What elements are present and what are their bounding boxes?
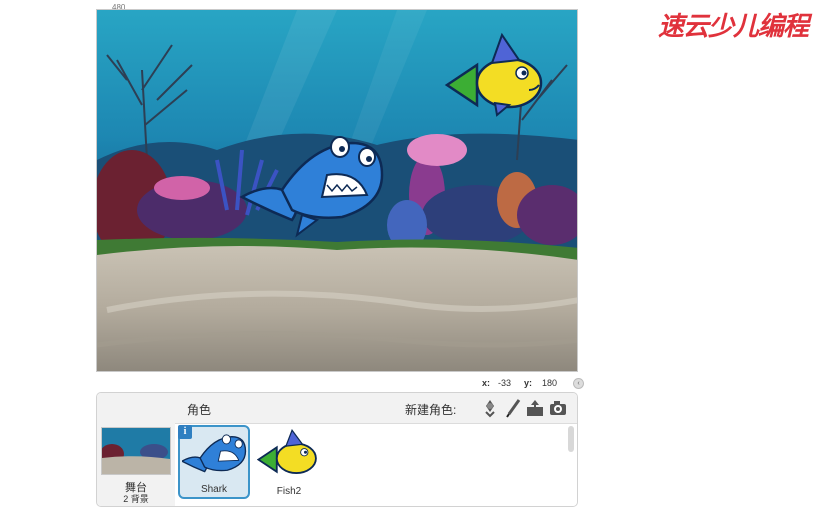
stage-selector[interactable]: 舞台 2 背景 (97, 393, 176, 506)
sprite-name: Fish2 (276, 486, 302, 497)
mouse-coordinates-bar: x: -33 y: 180 ‹ (96, 374, 584, 392)
upload-sprite-icon[interactable] (525, 398, 545, 418)
choose-sprite-from-library-icon[interactable] (480, 398, 500, 418)
underwater-backdrop (97, 10, 577, 371)
stage-canvas[interactable] (96, 9, 578, 372)
brand-logo: 速云少儿编程 (658, 12, 809, 42)
paint-new-sprite-icon[interactable] (503, 398, 523, 418)
x-label: x: (482, 378, 491, 388)
sprite-tile-fish2[interactable]: Fish2 (253, 425, 325, 499)
sprite-list: i Shark Fish2 (175, 424, 577, 506)
stage-thumbnail[interactable] (101, 427, 171, 475)
backdrop-count: 2 背景 (123, 494, 149, 504)
new-sprite-label: 新建角色: (405, 403, 457, 417)
sprite-list-scrollbar[interactable] (568, 426, 574, 452)
sprite-pane: 舞台 2 背景 角色 新建角色: i Shark Fish2 (96, 392, 578, 507)
x-value: -33 (498, 378, 512, 388)
y-value: 180 (542, 378, 558, 388)
sprite-name: Shark (200, 484, 228, 495)
sprite-tile-shark[interactable]: i Shark (178, 425, 250, 499)
y-label: y: (524, 378, 533, 388)
collapse-arrow-icon[interactable]: ‹ (573, 378, 584, 389)
sprite-header: 角色 新建角色: (175, 393, 577, 424)
sprite-section-title: 角色 (187, 403, 212, 417)
camera-icon[interactable] (548, 398, 568, 418)
